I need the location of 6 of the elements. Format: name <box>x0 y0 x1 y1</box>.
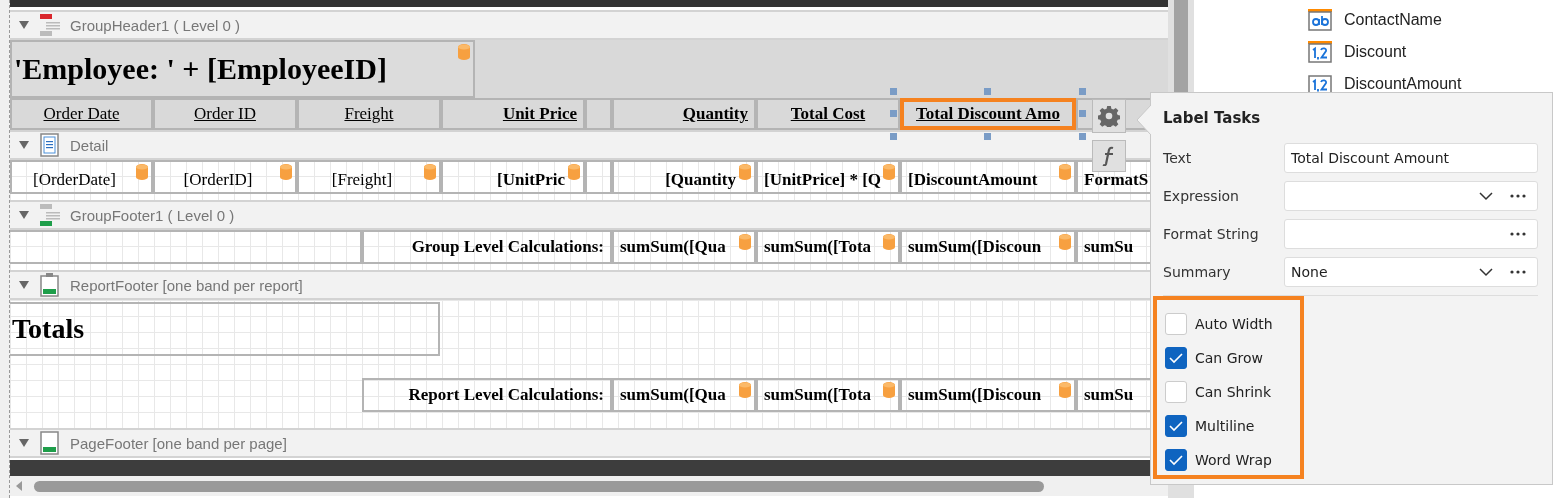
band-title: ReportFooter [one band per report] <box>70 276 303 294</box>
popup-title: Label Tasks <box>1163 108 1262 129</box>
band-title: Detail <box>70 136 109 154</box>
band-title: GroupFooter1 ( Level 0 ) <box>70 206 235 224</box>
band-title: PageFooter [one band per page] <box>70 434 287 452</box>
band-title: GroupHeader1 ( Level 0 ) <box>70 16 241 34</box>
